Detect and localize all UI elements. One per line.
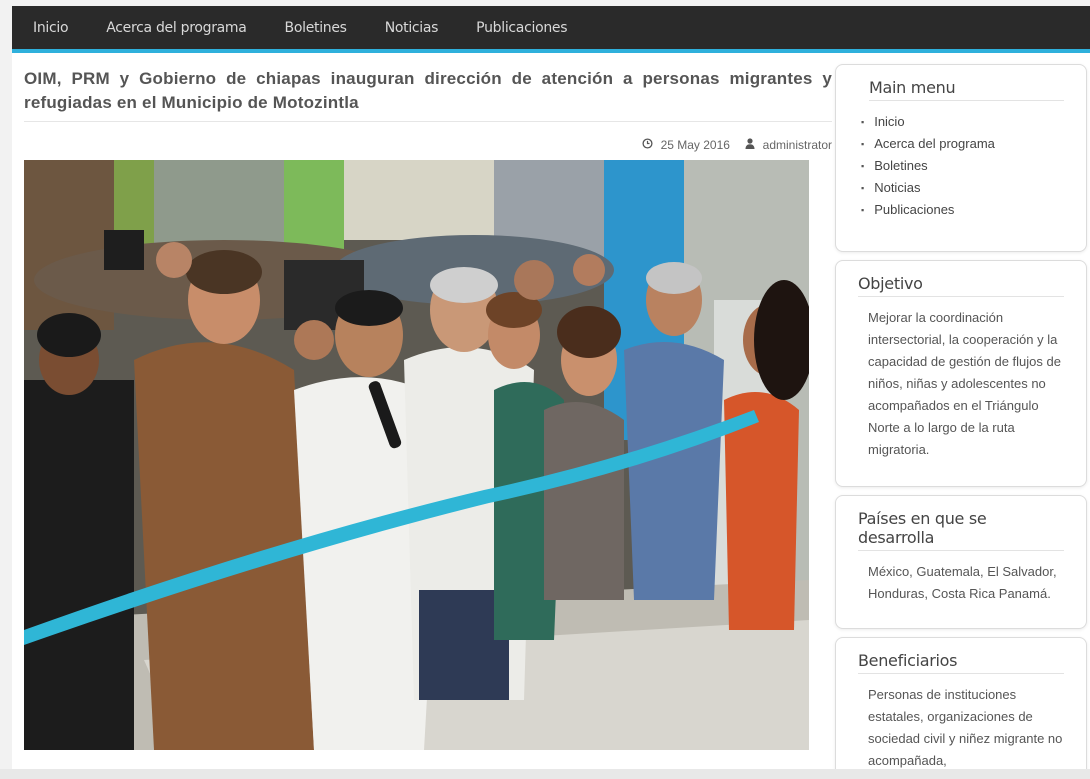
page-content: OIM, PRM y Gobierno de chiapas inauguran… [12,53,1090,777]
paises-widget: Países en que se desarrolla México, Guat… [835,495,1087,629]
paises-title: Países en que se desarrolla [858,509,1064,551]
main-menu-item-acerca[interactable]: Acerca del programa [861,133,1064,155]
top-navigation-bar: Inicio Acerca del programa Boletines Not… [12,6,1090,53]
main-menu-list: Inicio Acerca del programa Boletines Not… [858,111,1064,221]
nav-menu: Inicio Acerca del programa Boletines Not… [12,6,1090,49]
objetivo-widget: Objetivo Mejorar la coordinación interse… [835,260,1087,487]
page-bottom-band [0,769,1090,779]
paises-text: México, Guatemala, El Salvador, Honduras… [868,564,1057,601]
beneficiarios-text: Personas de instituciones estatales, org… [868,687,1063,768]
beneficiarios-title: Beneficiarios [858,651,1064,674]
nav-item-noticias[interactable]: Noticias [385,20,439,36]
main-menu-item-noticias[interactable]: Noticias [861,177,1064,199]
main-menu-item-inicio[interactable]: Inicio [861,111,1064,133]
objetivo-title: Objetivo [858,274,1064,297]
main-menu-item-boletines[interactable]: Boletines [861,155,1064,177]
beneficiarios-widget: Beneficiarios Personas de instituciones … [835,637,1087,777]
nav-item-acerca[interactable]: Acerca del programa [106,20,247,36]
article-photo [24,160,809,750]
sidebar: Main menu Inicio Acerca del programa Bol… [835,64,1087,779]
article-meta: 25 May 2016 administrator [24,137,832,155]
nav-item-publicaciones[interactable]: Publicaciones [476,20,567,36]
main-menu-title: Main menu [869,78,1064,101]
main-menu-item-publicaciones[interactable]: Publicaciones [861,199,1064,221]
article-date: 25 May 2016 [660,137,730,152]
main-menu-widget: Main menu Inicio Acerca del programa Bol… [835,64,1087,252]
user-icon [745,138,755,152]
article: OIM, PRM y Gobierno de chiapas inauguran… [24,67,832,155]
article-title[interactable]: OIM, PRM y Gobierno de chiapas inauguran… [24,67,832,122]
article-author[interactable]: administrator [763,138,832,152]
objetivo-text: Mejorar la coordinación intersectorial, … [868,310,1061,457]
nav-item-inicio[interactable]: Inicio [33,20,69,36]
nav-item-boletines[interactable]: Boletines [285,20,347,36]
clock-icon [642,138,653,152]
